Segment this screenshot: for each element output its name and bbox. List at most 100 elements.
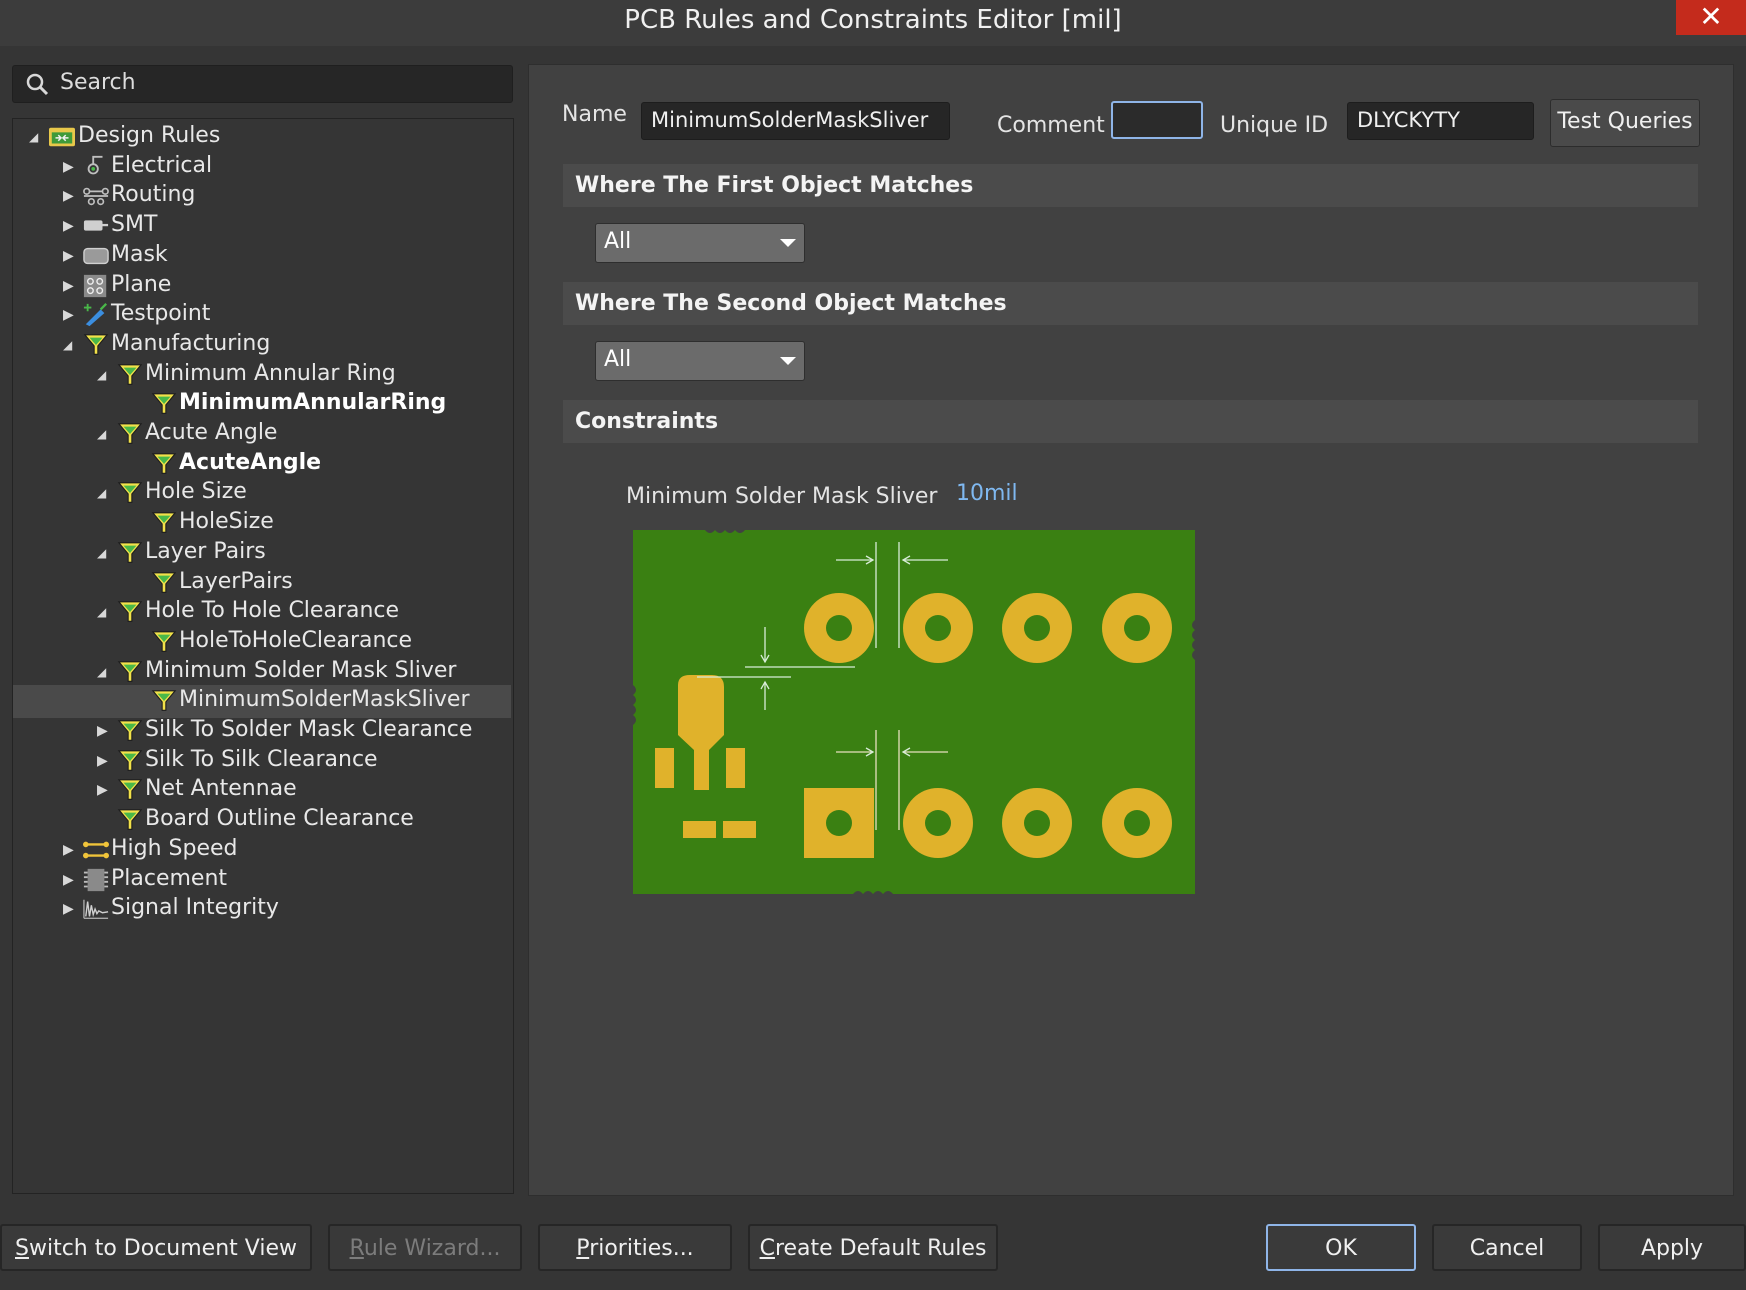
- tree-item[interactable]: ◢ Minimum Solder Mask Sliver: [13, 656, 511, 689]
- rule-funnel-icon: [83, 334, 109, 355]
- second-object-select[interactable]: All: [595, 341, 805, 381]
- tree-item-label: MinimumAnnularRing: [179, 390, 447, 416]
- tree-item-label: Placement: [111, 865, 228, 891]
- expanded-arrow-icon[interactable]: ◢: [97, 665, 111, 681]
- first-object-value: All: [604, 229, 632, 254]
- tree-item[interactable]: ◢ Hole To Hole Clearance: [13, 596, 511, 629]
- collapsed-arrow-icon[interactable]: ▶: [63, 248, 77, 264]
- rule-funnel-icon: [117, 779, 143, 801]
- window-title: PCB Rules and Constraints Editor [mil]: [624, 5, 1122, 35]
- mnemonic: R: [349, 1236, 364, 1261]
- tree-item[interactable]: ▶ Routing: [13, 180, 511, 213]
- tree-item-label: HoleSize: [179, 509, 274, 535]
- tree-item[interactable]: MinimumSolderMaskSliver: [13, 685, 511, 719]
- tree-item-label: High Speed: [111, 835, 238, 861]
- priorities-button[interactable]: Priorities...: [538, 1224, 732, 1271]
- tree-item[interactable]: LayerPairs: [13, 567, 511, 600]
- tree-item-label: AcuteAngle: [179, 449, 322, 475]
- cancel-button[interactable]: Cancel: [1432, 1224, 1582, 1271]
- collapsed-arrow-icon[interactable]: ▶: [97, 723, 111, 739]
- tree-item[interactable]: ◢ Design Rules: [13, 121, 511, 154]
- tree-item-label: SMT: [111, 212, 158, 238]
- tree-item[interactable]: ◢ Acute Angle: [13, 418, 511, 451]
- chevron-down-icon: [780, 239, 796, 247]
- testpoint-icon: [83, 303, 108, 327]
- tree-item[interactable]: ▶ Signal Integrity: [13, 893, 511, 926]
- tree-item[interactable]: ◢ Minimum Annular Ring: [13, 359, 511, 392]
- expanded-arrow-icon[interactable]: ◢: [97, 427, 111, 443]
- tree-item-label: Routing: [111, 182, 196, 208]
- rule-funnel-icon: [117, 749, 143, 771]
- constraint-value-link[interactable]: 10mil: [956, 481, 1018, 506]
- tree-item[interactable]: ▶ Silk To Solder Mask Clearance: [13, 715, 511, 748]
- tree-item[interactable]: ▶ Placement: [13, 864, 511, 897]
- create-default-rules-button[interactable]: Create Default Rules: [748, 1224, 998, 1271]
- name-field[interactable]: MinimumSolderMaskSliver: [641, 102, 950, 140]
- tree-item[interactable]: ▶ Mask: [13, 240, 511, 273]
- collapsed-arrow-icon[interactable]: ▶: [63, 842, 77, 858]
- collapsed-arrow-icon[interactable]: ▶: [97, 782, 111, 798]
- tree-item-label: Board Outline Clearance: [145, 806, 414, 832]
- tree-item[interactable]: HoleSize: [13, 507, 511, 540]
- tree-item[interactable]: ◢ Hole Size: [13, 477, 511, 510]
- smd-pad: [683, 821, 716, 838]
- search-input[interactable]: Search: [12, 65, 513, 103]
- electrical-icon: [87, 155, 103, 175]
- rules-tree[interactable]: ◢ Design Rules ▶ Electrical ▶ Routing ▶ SMT ▶ Mas…: [12, 118, 514, 1194]
- tree-item[interactable]: MinimumAnnularRing: [13, 388, 511, 421]
- collapsed-arrow-icon[interactable]: ▶: [97, 753, 111, 769]
- switch-to-document-view-button[interactable]: Switch to Document View: [0, 1224, 312, 1271]
- tree-item[interactable]: ▶ Testpoint: [13, 299, 511, 332]
- first-object-select[interactable]: All: [595, 223, 805, 263]
- tree-item[interactable]: ◢ Layer Pairs: [13, 537, 511, 570]
- tree-item[interactable]: ▶ Plane: [13, 270, 511, 303]
- tree-item-label: Manufacturing: [111, 330, 271, 356]
- tree-item-label: Silk To Silk Clearance: [145, 746, 378, 772]
- plane-icon: [83, 274, 107, 297]
- tree-item[interactable]: HoleToHoleClearance: [13, 626, 511, 659]
- placement-icon: [83, 868, 109, 891]
- collapsed-arrow-icon[interactable]: ▶: [63, 872, 77, 888]
- tree-item[interactable]: ▶ SMT: [13, 210, 511, 243]
- button-label: riorities...: [589, 1236, 694, 1261]
- unique-id-label: Unique ID: [1220, 113, 1329, 138]
- test-queries-button[interactable]: Test Queries: [1550, 99, 1700, 147]
- search-icon: [26, 73, 49, 96]
- close-button[interactable]: ✕: [1676, 0, 1746, 35]
- expanded-arrow-icon[interactable]: ◢: [97, 605, 111, 621]
- tree-item[interactable]: ▶ Net Antennae: [13, 774, 511, 807]
- tree-item[interactable]: Board Outline Clearance: [13, 804, 511, 837]
- tree-item[interactable]: AcuteAngle: [13, 448, 511, 481]
- collapsed-arrow-icon[interactable]: ▶: [63, 159, 77, 175]
- collapsed-arrow-icon[interactable]: ▶: [63, 218, 77, 234]
- tree-item[interactable]: ▶ Electrical: [13, 151, 511, 184]
- title-bar: PCB Rules and Constraints Editor [mil] ✕: [0, 0, 1746, 46]
- ok-button[interactable]: OK: [1266, 1224, 1416, 1271]
- collapsed-arrow-icon[interactable]: ▶: [63, 278, 77, 294]
- smt-icon: [83, 220, 109, 231]
- tree-item[interactable]: ▶ High Speed: [13, 834, 511, 867]
- tree-item-label: Acute Angle: [145, 420, 278, 445]
- button-label: reate Default Rules: [774, 1236, 987, 1261]
- tree-item-label: Hole To Hole Clearance: [145, 598, 400, 624]
- rule-funnel-icon: [151, 631, 177, 652]
- comment-field[interactable]: [1111, 101, 1203, 139]
- smd-pad: [655, 748, 674, 788]
- rule-wizard-button[interactable]: Rule Wizard...: [328, 1224, 522, 1271]
- apply-button[interactable]: Apply: [1598, 1224, 1746, 1271]
- expanded-arrow-icon[interactable]: ◢: [63, 338, 77, 354]
- expanded-arrow-icon[interactable]: ◢: [97, 546, 111, 562]
- tree-item[interactable]: ▶ Silk To Silk Clearance: [13, 745, 511, 778]
- expanded-arrow-icon[interactable]: ◢: [97, 486, 111, 502]
- expanded-arrow-icon[interactable]: ◢: [29, 130, 43, 146]
- tree-item-label: Mask: [111, 241, 168, 267]
- expanded-arrow-icon[interactable]: ◢: [97, 368, 111, 384]
- collapsed-arrow-icon[interactable]: ▶: [63, 901, 77, 917]
- tree-item-label: Silk To Solder Mask Clearance: [145, 717, 473, 742]
- first-object-header: Where The First Object Matches: [563, 164, 1698, 207]
- collapsed-arrow-icon[interactable]: ▶: [63, 188, 77, 204]
- routing-icon: [83, 188, 109, 206]
- collapsed-arrow-icon[interactable]: ▶: [63, 307, 77, 323]
- tree-item[interactable]: ◢ Manufacturing: [13, 329, 511, 362]
- unique-id-field[interactable]: DLYCKYTY: [1347, 102, 1534, 140]
